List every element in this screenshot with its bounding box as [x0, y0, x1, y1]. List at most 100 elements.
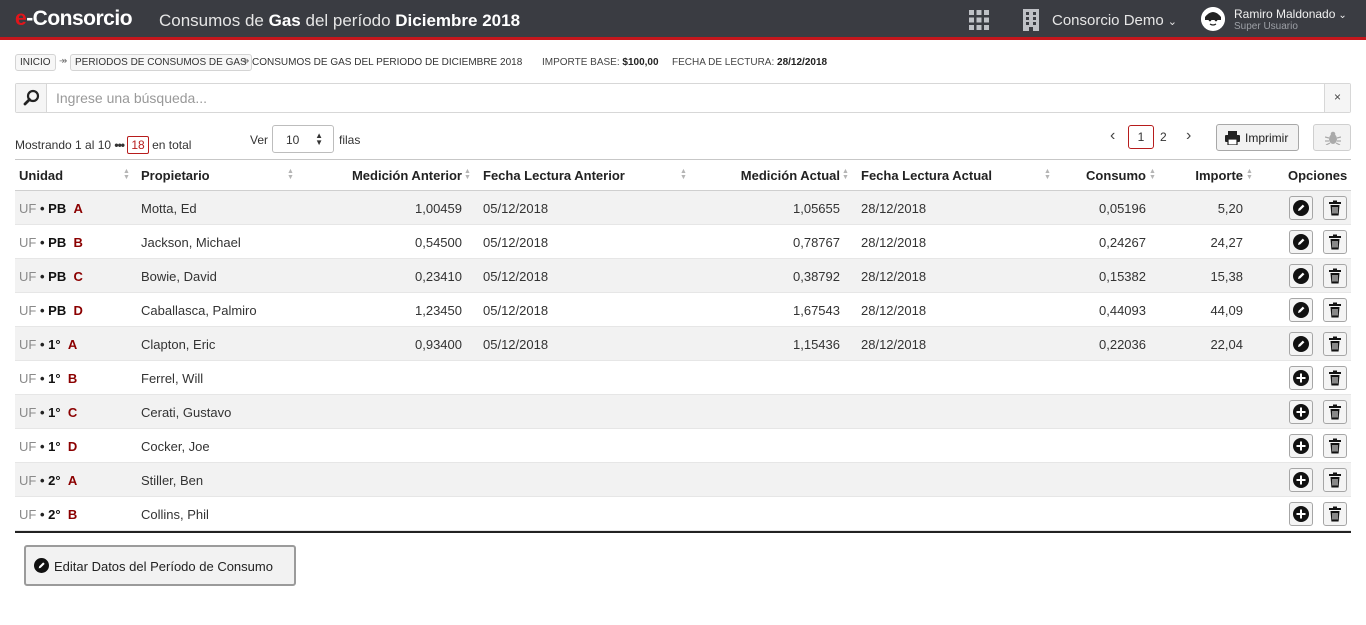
- sort-icon[interactable]: ▲ ▼: [287, 168, 294, 181]
- cell-consumo: 0,15382: [1099, 269, 1146, 284]
- cell-medicion-anterior: 1,00459: [415, 201, 462, 216]
- cell-fecha-lectura-actual: 28/12/2018: [861, 303, 927, 318]
- building-icon: [1023, 9, 1039, 31]
- clear-search-button[interactable]: ×: [1324, 84, 1350, 112]
- cell-medicion-actual: 1,05655: [793, 201, 840, 216]
- header-opciones: Opciones: [1288, 168, 1348, 183]
- table-row[interactable]: UF • 1° A Clapton, Eric 0,93400 05/12/2018 1…: [15, 327, 1351, 361]
- page-1-button[interactable]: 1: [1128, 125, 1154, 149]
- prev-page-button[interactable]: ‹: [1110, 127, 1115, 145]
- debug-button[interactable]: [1313, 124, 1351, 151]
- sort-icon[interactable]: ▲ ▼: [1246, 168, 1253, 181]
- table-row[interactable]: UF • PB B Jackson, Michael 0,54500 05/12/20…: [15, 225, 1351, 259]
- consumos-table: Unidad ▲ ▼ Propietario ▲ ▼ Medición Anteri…: [15, 159, 1351, 533]
- table-row[interactable]: UF • 2° B Collins, Phil: [15, 497, 1351, 531]
- cell-unidad: UF • PB C: [19, 269, 83, 284]
- delete-button[interactable]: [1323, 434, 1347, 458]
- sort-icon[interactable]: ▲ ▼: [1044, 168, 1051, 181]
- breadcrumb-separator-icon: ↠: [241, 56, 250, 67]
- table-row[interactable]: UF • PB A Motta, Ed 1,00459 05/12/2018 1,056…: [15, 191, 1351, 225]
- table-row[interactable]: UF • 1° C Cerati, Gustavo: [15, 395, 1351, 429]
- breadcrumb-separator-icon: ↠: [59, 56, 68, 67]
- search-icon[interactable]: [16, 84, 47, 112]
- table-row[interactable]: UF • 1° B Ferrel, Will: [15, 361, 1351, 395]
- header-medicion-anterior[interactable]: Medición Anterior: [352, 168, 462, 183]
- header-fecha-lectura-anterior[interactable]: Fecha Lectura Anterior: [483, 168, 625, 183]
- printer-icon: [1225, 131, 1240, 145]
- edit-icon: [34, 558, 49, 573]
- cell-fecha-lectura-anterior: 05/12/2018: [483, 201, 549, 216]
- user-avatar[interactable]: [1201, 7, 1225, 31]
- header-importe[interactable]: Importe: [1195, 168, 1243, 183]
- app-logo[interactable]: e-Consorcio: [15, 7, 133, 31]
- breadcrumb-inicio[interactable]: INICIO: [15, 54, 56, 71]
- cell-propietario: Bowie, David: [141, 269, 217, 284]
- table-header: Unidad ▲ ▼ Propietario ▲ ▼ Medición Anteri…: [15, 160, 1351, 191]
- search-bar: ×: [15, 83, 1351, 113]
- edit-reading-button[interactable]: [1289, 230, 1313, 254]
- add-reading-button[interactable]: [1289, 502, 1313, 526]
- edit-period-button[interactable]: Editar Datos del Período de Consumo: [24, 545, 296, 586]
- delete-button[interactable]: [1323, 264, 1347, 288]
- cell-fecha-lectura-actual: 28/12/2018: [861, 269, 927, 284]
- delete-button[interactable]: [1323, 230, 1347, 254]
- sort-icon[interactable]: ▲ ▼: [464, 168, 471, 181]
- delete-button[interactable]: [1323, 502, 1347, 526]
- apps-grid-icon[interactable]: [969, 10, 989, 30]
- cell-propietario: Collins, Phil: [141, 507, 209, 522]
- page-2-button[interactable]: 2: [1160, 130, 1167, 144]
- header-unidad[interactable]: Unidad: [19, 168, 63, 183]
- cell-medicion-anterior: 0,23410: [415, 269, 462, 284]
- cell-medicion-actual: 1,67543: [793, 303, 840, 318]
- page-size-select[interactable]: 10 ▲ ▼: [272, 125, 334, 153]
- table-row[interactable]: UF • 1° D Cocker, Joe: [15, 429, 1351, 463]
- fecha-lectura: FECHA DE LECTURA: 28/12/2018: [672, 57, 828, 68]
- cell-unidad: UF • 2° A: [19, 473, 78, 488]
- add-reading-button[interactable]: [1289, 400, 1313, 424]
- add-reading-button[interactable]: [1289, 434, 1313, 458]
- delete-button[interactable]: [1323, 468, 1347, 492]
- cell-importe: 24,27: [1210, 235, 1243, 250]
- breadcrumb-periodos[interactable]: PERIODOS DE CONSUMOS DE GAS: [70, 54, 252, 71]
- edit-reading-button[interactable]: [1289, 298, 1313, 322]
- cell-fecha-lectura-anterior: 05/12/2018: [483, 303, 549, 318]
- next-page-button[interactable]: ›: [1186, 127, 1191, 145]
- table-row[interactable]: UF • PB C Bowie, David 0,23410 05/12/2018 0,…: [15, 259, 1351, 293]
- sort-icon[interactable]: ▲ ▼: [1149, 168, 1156, 181]
- user-menu[interactable]: Ramiro Maldonado ⌄: [1234, 7, 1347, 21]
- delete-button[interactable]: [1323, 196, 1347, 220]
- cell-medicion-anterior: 0,54500: [415, 235, 462, 250]
- delete-button[interactable]: [1323, 400, 1347, 424]
- edit-reading-button[interactable]: [1289, 196, 1313, 220]
- cell-unidad: UF • PB A: [19, 201, 83, 216]
- cell-fecha-lectura-anterior: 05/12/2018: [483, 269, 549, 284]
- cell-propietario: Cocker, Joe: [141, 439, 210, 454]
- cell-fecha-lectura-anterior: 05/12/2018: [483, 337, 549, 352]
- cell-importe: 15,38: [1210, 269, 1243, 284]
- table-row[interactable]: UF • PB D Caballasca, Palmiro 1,23450 05/12…: [15, 293, 1351, 327]
- cell-propietario: Ferrel, Will: [141, 371, 204, 386]
- sort-icon[interactable]: ▲ ▼: [842, 168, 849, 181]
- header-fecha-lectura-actual[interactable]: Fecha Lectura Actual: [861, 168, 992, 183]
- consorcio-selector[interactable]: Consorcio Demo ⌄: [1052, 12, 1177, 29]
- delete-button[interactable]: [1323, 366, 1347, 390]
- add-reading-button[interactable]: [1289, 468, 1313, 492]
- top-bar: e-Consorcio Consumos de Gas del período …: [0, 0, 1366, 40]
- edit-reading-button[interactable]: [1289, 264, 1313, 288]
- sort-icon[interactable]: ▲ ▼: [680, 168, 687, 181]
- select-arrows-icon: ▲ ▼: [315, 131, 323, 147]
- header-propietario[interactable]: Propietario: [141, 168, 210, 183]
- table-body: UF • PB A Motta, Ed 1,00459 05/12/2018 1,056…: [15, 191, 1351, 531]
- table-row[interactable]: UF • 2° A Stiller, Ben: [15, 463, 1351, 497]
- sort-icon[interactable]: ▲ ▼: [123, 168, 130, 181]
- cell-importe: 22,04: [1210, 337, 1243, 352]
- delete-button[interactable]: [1323, 332, 1347, 356]
- search-input[interactable]: [56, 88, 1256, 108]
- header-consumo[interactable]: Consumo: [1086, 168, 1146, 183]
- print-button[interactable]: Imprimir: [1216, 124, 1299, 151]
- delete-button[interactable]: [1323, 298, 1347, 322]
- cell-fecha-lectura-actual: 28/12/2018: [861, 201, 927, 216]
- header-medicion-actual[interactable]: Medición Actual: [741, 168, 840, 183]
- add-reading-button[interactable]: [1289, 366, 1313, 390]
- edit-reading-button[interactable]: [1289, 332, 1313, 356]
